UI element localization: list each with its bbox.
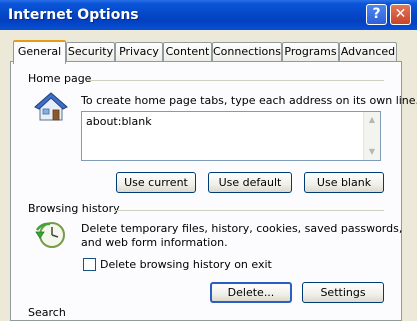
use-current-button[interactable]: Use current xyxy=(116,172,196,193)
home-page-group-label: Home page xyxy=(28,72,92,85)
tab-general[interactable]: General xyxy=(13,40,66,64)
home-icon xyxy=(34,92,68,121)
tab-security[interactable]: Security xyxy=(66,42,115,62)
tab-label: Advanced xyxy=(340,45,396,58)
button-label: Use default xyxy=(218,176,282,189)
tab-label: General xyxy=(17,45,62,58)
tab-privacy[interactable]: Privacy xyxy=(115,42,163,62)
tab-label: Privacy xyxy=(119,45,159,58)
browsing-history-description-line1: Delete temporary files, history, cookies… xyxy=(81,222,403,235)
help-icon: ? xyxy=(372,6,381,22)
delete-button[interactable]: Delete... xyxy=(210,282,292,303)
home-page-description: To create home page tabs, type each addr… xyxy=(81,94,417,107)
settings-button[interactable]: Settings xyxy=(302,282,384,303)
search-group-label: Search xyxy=(28,306,66,319)
delete-on-exit-checkbox[interactable] xyxy=(83,258,96,271)
home-page-address-input[interactable]: about:blank ▲ ▼ xyxy=(81,111,381,161)
history-clock-icon xyxy=(35,222,65,248)
help-button[interactable]: ? xyxy=(366,4,387,25)
use-blank-button[interactable]: Use blank xyxy=(304,172,384,193)
tab-label: Security xyxy=(67,45,114,58)
window-title: Internet Options xyxy=(8,7,139,23)
tab-label: Programs xyxy=(284,45,337,58)
use-default-button[interactable]: Use default xyxy=(208,172,292,193)
browsing-history-group-label: Browsing history xyxy=(28,202,120,215)
tab-connections[interactable]: Connections xyxy=(212,42,282,62)
close-icon: ✕ xyxy=(394,6,407,22)
button-label: Use blank xyxy=(316,176,372,189)
delete-on-exit-label[interactable]: Delete browsing history on exit xyxy=(100,258,272,271)
browsing-history-divider xyxy=(114,210,384,211)
close-button[interactable]: ✕ xyxy=(390,4,411,25)
button-label: Settings xyxy=(320,286,366,299)
tab-content[interactable]: Content xyxy=(163,42,212,62)
address-scrollbar[interactable]: ▲ ▼ xyxy=(363,112,380,160)
button-label: Delete... xyxy=(227,286,275,299)
home-page-divider xyxy=(88,80,384,81)
button-label: Use current xyxy=(124,176,188,189)
tab-label: Connections xyxy=(213,45,281,58)
scroll-up-icon[interactable]: ▲ xyxy=(366,114,378,126)
tab-label: Content xyxy=(165,45,210,58)
title-bar[interactable]: Internet Options ? ✕ xyxy=(0,0,417,30)
browsing-history-description-line2: and web form information. xyxy=(81,236,228,249)
tab-advanced[interactable]: Advanced xyxy=(339,42,397,62)
home-page-address-value: about:blank xyxy=(86,115,152,128)
scroll-down-icon[interactable]: ▼ xyxy=(366,146,378,158)
tab-programs[interactable]: Programs xyxy=(282,42,339,62)
